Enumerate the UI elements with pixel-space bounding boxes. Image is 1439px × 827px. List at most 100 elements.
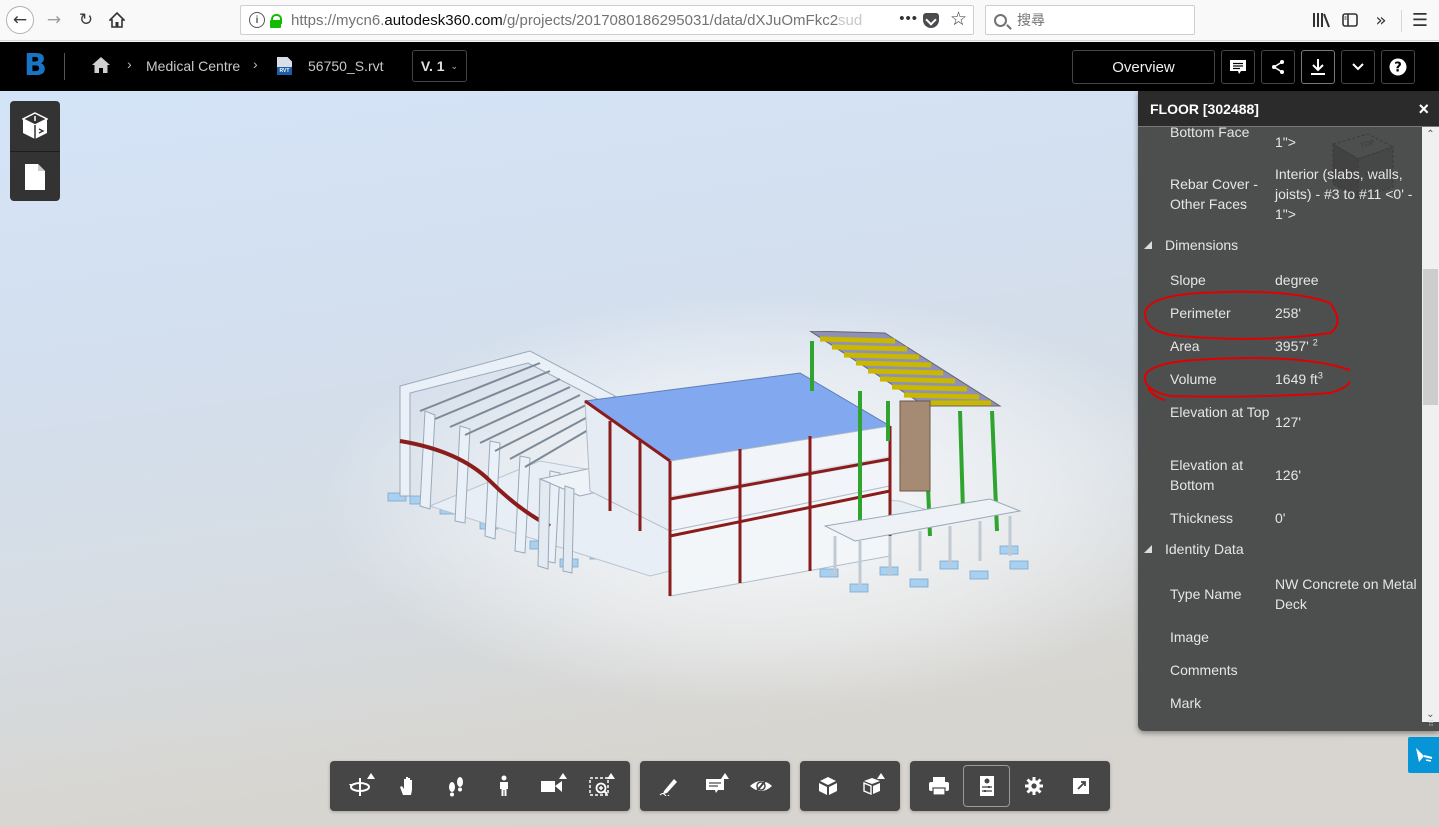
version-label: V. 1	[420, 58, 445, 74]
property-row[interactable]: Elevation at Top 127'	[1138, 402, 1422, 442]
download-button[interactable]	[1301, 50, 1335, 84]
markup-button[interactable]	[646, 765, 692, 807]
properties-button[interactable]	[962, 765, 1011, 807]
settings-button[interactable]	[1010, 765, 1057, 807]
property-name: Elevation at Top	[1170, 404, 1270, 420]
back-button[interactable]: ←	[6, 6, 34, 34]
menu-icon: ☰	[1411, 9, 1429, 31]
cube-icon	[819, 777, 837, 795]
back-icon: ←	[12, 10, 28, 30]
svg-text:?: ?	[1394, 61, 1402, 76]
library-button[interactable]	[1309, 8, 1333, 32]
comment-icon	[1230, 60, 1246, 74]
fullscreen-button[interactable]	[1057, 765, 1104, 807]
property-row[interactable]: Mark	[1138, 693, 1422, 713]
property-name: Rebar Cover - Other Faces	[1170, 176, 1258, 212]
comment-button[interactable]	[1221, 50, 1255, 84]
property-row[interactable]: Type Name NW Concrete on Metal Deck	[1138, 574, 1422, 614]
properties-icon	[979, 776, 994, 796]
model-browser-button[interactable]	[10, 101, 60, 151]
comment-tool-button[interactable]	[692, 765, 738, 807]
breadcrumb-project[interactable]: Medical Centre	[146, 58, 240, 74]
reload-button[interactable]: ↻	[72, 6, 100, 34]
properties-panel-header[interactable]: FLOOR [302488] ×	[1138, 91, 1439, 127]
scrollbar-thumb[interactable]	[1423, 269, 1438, 405]
property-row[interactable]: Image	[1138, 627, 1422, 647]
property-row[interactable]: Elevation at Bottom 126'	[1138, 455, 1422, 495]
page-actions-icon[interactable]: •••	[899, 10, 918, 27]
browser-toolbar: ← → ↻ i https://mycn6.autodesk360.com/g/…	[0, 0, 1439, 41]
category-label: Identity Data	[1165, 541, 1244, 557]
breadcrumb-separator-icon: ›	[253, 56, 258, 72]
share-icon	[1272, 60, 1284, 74]
property-row-volume[interactable]: Volume 1649 ft3	[1138, 369, 1422, 389]
walk-button[interactable]	[480, 765, 528, 807]
pan-button[interactable]	[384, 765, 432, 807]
breadcrumb-home[interactable]	[91, 56, 111, 76]
fit-to-view-button[interactable]	[576, 765, 624, 807]
overview-button[interactable]: Overview	[1072, 50, 1215, 84]
print-button[interactable]	[916, 765, 963, 807]
property-name: Slope	[1170, 272, 1206, 288]
property-value: degree	[1275, 272, 1319, 288]
overflow-button[interactable]: »	[1369, 8, 1393, 32]
orbit-button[interactable]	[336, 765, 384, 807]
url-text[interactable]: https://mycn6.autodesk360.com/g/projects…	[291, 12, 871, 29]
close-icon[interactable]: ×	[1418, 99, 1429, 120]
settings-toolbar	[910, 761, 1110, 811]
collapse-triangle-icon	[1144, 545, 1152, 553]
forward-button[interactable]: →	[40, 6, 68, 34]
property-row[interactable]: Thickness 0'	[1138, 508, 1422, 528]
property-row[interactable]: Area 3957' 2	[1138, 336, 1422, 356]
search-input[interactable]: 搜尋	[985, 5, 1195, 35]
feedback-button[interactable]	[1408, 737, 1439, 773]
help-button[interactable]: ?	[1381, 50, 1415, 84]
property-row[interactable]: Rebar Cover - Other Faces Interior (slab…	[1138, 164, 1422, 224]
document-browser-button[interactable]	[10, 151, 60, 201]
url-bar[interactable]: i https://mycn6.autodesk360.com/g/projec…	[240, 5, 974, 35]
printer-icon	[929, 777, 950, 796]
share-button[interactable]	[1261, 50, 1295, 84]
pan-hand-icon	[400, 777, 412, 795]
first-person-button[interactable]	[432, 765, 480, 807]
bim360-logo[interactable]: B	[24, 51, 47, 81]
model-toolbar	[800, 761, 900, 811]
site-info-icon[interactable]: i	[249, 12, 265, 28]
explode-button[interactable]	[850, 765, 894, 807]
property-row[interactable]: Comments	[1138, 660, 1422, 680]
property-row[interactable]: Bottom Face 1">	[1138, 127, 1422, 162]
building-3d-model[interactable]	[380, 331, 1040, 601]
property-value: 258'	[1275, 305, 1302, 321]
property-row-perimeter[interactable]: Perimeter 258'	[1138, 303, 1422, 323]
header-divider	[64, 53, 65, 80]
model-browser-tool-button[interactable]	[806, 765, 850, 807]
property-name: Volume	[1170, 371, 1217, 387]
property-name: Type Name	[1170, 586, 1242, 602]
chevron-down-icon: ⌄	[450, 60, 459, 71]
url-prefix: https://mycn6.	[291, 11, 385, 29]
sidebar-button[interactable]	[1338, 8, 1362, 32]
search-icon	[994, 13, 1007, 27]
home-button[interactable]	[103, 6, 131, 34]
navigation-toolbar	[330, 761, 630, 811]
comment-icon	[706, 779, 724, 793]
footprints-icon	[449, 777, 463, 797]
hide-button[interactable]	[738, 765, 784, 807]
resize-handle-icon[interactable]: ⠿	[1428, 720, 1438, 730]
chevron-down-icon	[1352, 63, 1364, 71]
home-icon	[109, 12, 125, 28]
pocket-icon[interactable]	[923, 13, 939, 28]
properties-scrollbar[interactable]: ⌃ ⌄	[1422, 127, 1439, 722]
property-row[interactable]: Slope degree	[1138, 270, 1422, 290]
breadcrumb-file[interactable]: 56750_S.rvt	[308, 58, 384, 74]
scroll-up-icon[interactable]: ⌃	[1422, 129, 1439, 140]
property-value: Interior (slabs, walls, joists) - #3 to …	[1275, 166, 1413, 222]
property-name: Perimeter	[1170, 305, 1231, 321]
version-dropdown[interactable]: V. 1 ⌄	[412, 50, 467, 82]
sidebar-icon	[1342, 13, 1358, 27]
forward-icon: →	[46, 10, 62, 30]
bookmark-star-icon[interactable]: ☆	[950, 8, 967, 31]
camera-button[interactable]	[528, 765, 576, 807]
more-dropdown-button[interactable]	[1341, 50, 1375, 84]
menu-button[interactable]: ☰	[1408, 8, 1432, 32]
